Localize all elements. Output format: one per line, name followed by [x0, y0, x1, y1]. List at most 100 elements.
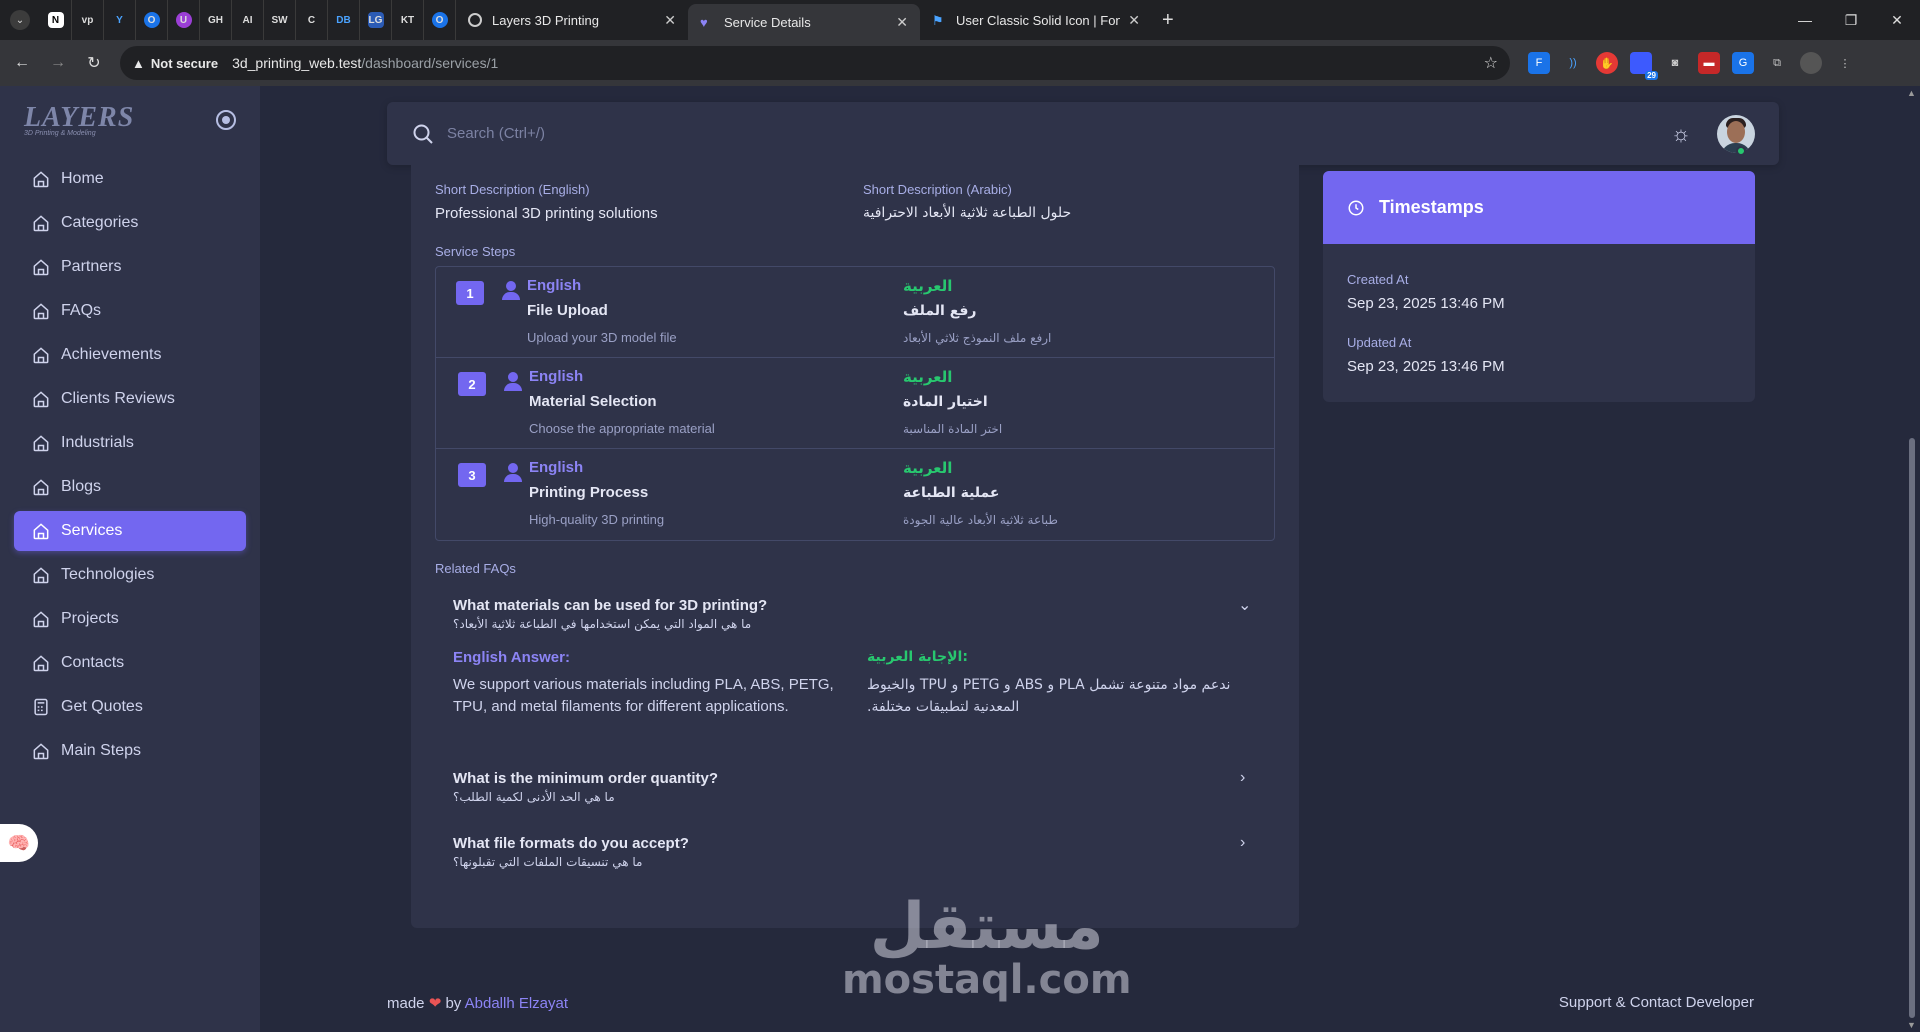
more-icon[interactable]: ⋮ [1834, 52, 1856, 74]
sidebar-item-services[interactable]: Services [14, 511, 246, 551]
chevron-right-icon[interactable]: › [1240, 834, 1245, 852]
avatar[interactable] [1717, 114, 1755, 153]
extension-icon[interactable]: ▬ [1698, 52, 1720, 74]
sidebar-item-projects[interactable]: Projects [14, 599, 246, 639]
chevron-right-icon[interactable]: › [1240, 769, 1245, 787]
restore-icon[interactable]: ❐ [1828, 0, 1874, 40]
pinned-tab[interactable]: SW [264, 0, 296, 40]
related-faqs-label: Related FAQs [435, 561, 516, 576]
close-window-icon[interactable]: ✕ [1874, 0, 1920, 40]
scroll-down-icon[interactable]: ▼ [1907, 1020, 1916, 1030]
created-at-value: Sep 23, 2025 13:46 PM [1347, 295, 1505, 312]
pinned-tab[interactable]: KT [392, 0, 424, 40]
answer-ar-label: الإجابة العربية: [867, 649, 968, 665]
pinned-tab[interactable]: C [296, 0, 328, 40]
scroll-up-icon[interactable]: ▲ [1907, 88, 1916, 98]
home-icon [33, 215, 49, 232]
bookmark-star-icon[interactable]: ☆ [1484, 53, 1498, 73]
sidebar-item-blogs[interactable]: Blogs [14, 467, 246, 507]
back-icon[interactable]: ← [4, 45, 40, 81]
pinned-tab[interactable]: vp [72, 0, 104, 40]
top-navbar: Search (Ctrl+/) ☼ [387, 102, 1779, 165]
pinned-tab[interactable]: AI [232, 0, 264, 40]
reload-icon[interactable]: ↻ [76, 45, 112, 81]
heart-icon: ♥ [700, 15, 708, 30]
step-number: 2 [458, 372, 486, 396]
sidebar-item-clients-reviews[interactable]: Clients Reviews [14, 379, 246, 419]
home-icon [33, 303, 49, 320]
extension-icon[interactable]: )) [1562, 52, 1584, 74]
step-row: 3 English Printing Process High-quality … [436, 449, 1274, 540]
camera-icon[interactable]: ◙ [1664, 52, 1686, 74]
pinned-tab[interactable]: GH [200, 0, 232, 40]
faq-question[interactable]: What materials can be used for 3D printi… [453, 597, 767, 614]
logo[interactable]: LAYERS 3D Printing & Modeling [24, 102, 134, 137]
close-tab-icon[interactable]: ✕ [664, 12, 676, 29]
sidebar-item-get-quotes[interactable]: Get Quotes [14, 687, 246, 727]
search-input[interactable]: Search (Ctrl+/) [447, 125, 545, 142]
warning-icon: ▲ [132, 55, 145, 71]
flag-icon: ⚑ [932, 13, 944, 28]
faq-question[interactable]: What file formats do you accept? [453, 835, 689, 852]
extension-icon[interactable]: ✋ [1596, 52, 1618, 74]
pinned-tab[interactable]: N [40, 0, 72, 40]
not-secure-badge[interactable]: ▲ Not secure [132, 56, 218, 71]
faq-question[interactable]: What is the minimum order quantity? [453, 770, 718, 787]
pinned-tab[interactable]: LG [360, 0, 392, 40]
step-english-label: English [529, 368, 584, 385]
extension-icon[interactable]: F [1528, 52, 1550, 74]
support-link[interactable]: Support & Contact Developer [1559, 994, 1754, 1011]
scroll-thumb[interactable] [1909, 438, 1915, 1018]
sidebar-item-categories[interactable]: Categories [14, 203, 246, 243]
sidebar-item-faqs[interactable]: FAQs [14, 291, 246, 331]
tab-font-awesome[interactable]: ⚑ User Classic Solid Icon | Font Aw ✕ [920, 0, 1152, 40]
sidebar-item-home[interactable]: Home [14, 159, 246, 199]
brain-icon[interactable]: 🧠 [0, 824, 38, 862]
sidebar-item-partners[interactable]: Partners [14, 247, 246, 287]
calculator-icon [34, 698, 48, 716]
translate-icon[interactable]: G [1732, 52, 1754, 74]
close-tab-icon[interactable]: ✕ [896, 14, 908, 31]
profile-icon[interactable] [1800, 52, 1822, 74]
extension-icon[interactable]: 29 [1630, 52, 1658, 80]
user-icon [502, 281, 520, 301]
search-icon[interactable] [411, 122, 435, 146]
tab-layers[interactable]: Layers 3D Printing ✕ [456, 0, 688, 40]
answer-en: We support various materials including P… [453, 676, 834, 715]
pinned-tab[interactable]: U [168, 0, 200, 40]
pinned-tab[interactable]: DB [328, 0, 360, 40]
pinned-tab[interactable]: Y [104, 0, 136, 40]
tab-search-icon[interactable]: ⌄ [10, 10, 30, 30]
answer-ar: ندعم مواد متنوعة تشمل PLA و ABS و PETG و… [867, 677, 1231, 715]
home-icon [33, 523, 49, 540]
chevron-down-icon[interactable]: ⌄ [1238, 595, 1251, 615]
step-number: 1 [456, 281, 484, 305]
close-tab-icon[interactable]: ✕ [1128, 12, 1140, 29]
footer-credit: made ❤ by Abdallh Elzayat [387, 995, 569, 1012]
puzzle-icon[interactable]: ⧉ [1766, 52, 1788, 74]
address-bar[interactable]: ▲ Not secure 3d_printing_web.test/dashboa… [120, 46, 1510, 80]
author-link[interactable]: Abdallh Elzayat [465, 995, 568, 1012]
sidebar-item-contacts[interactable]: Contacts [14, 643, 246, 683]
timestamps-header: Timestamps [1323, 171, 1755, 244]
window-controls: — ❐ ✕ [1782, 0, 1920, 40]
heart-icon: ❤ [428, 995, 442, 1012]
home-icon [33, 347, 49, 364]
sidebar-item-achievements[interactable]: Achievements [14, 335, 246, 375]
pinned-tab[interactable]: O [136, 0, 168, 40]
sidebar-item-industrials[interactable]: Industrials [14, 423, 246, 463]
new-tab-icon[interactable]: + [1162, 9, 1174, 32]
service-steps-list: 1 English File Upload Upload your 3D mod… [435, 266, 1275, 541]
minimize-icon[interactable]: — [1782, 0, 1828, 40]
pinned-tab[interactable]: O [424, 0, 456, 40]
sidebar-toggle-icon[interactable] [216, 110, 236, 130]
forward-icon[interactable]: → [40, 45, 76, 81]
sidebar-item-main-steps[interactable]: Main Steps [14, 731, 246, 771]
theme-toggle-icon[interactable]: ☼ [1671, 121, 1691, 147]
step-title-ar: عملية الطباعة [903, 485, 1000, 501]
faq-question-ar: ما هي تنسيقات الملفات التي تقبلونها؟ [453, 855, 643, 869]
tab-service-details[interactable]: ♥ Service Details ✕ [688, 4, 920, 40]
sidebar-item-technologies[interactable]: Technologies [14, 555, 246, 595]
page-scrollbar[interactable]: ▲ ▼ [1904, 86, 1920, 1032]
step-desc: Upload your 3D model file [527, 330, 677, 345]
